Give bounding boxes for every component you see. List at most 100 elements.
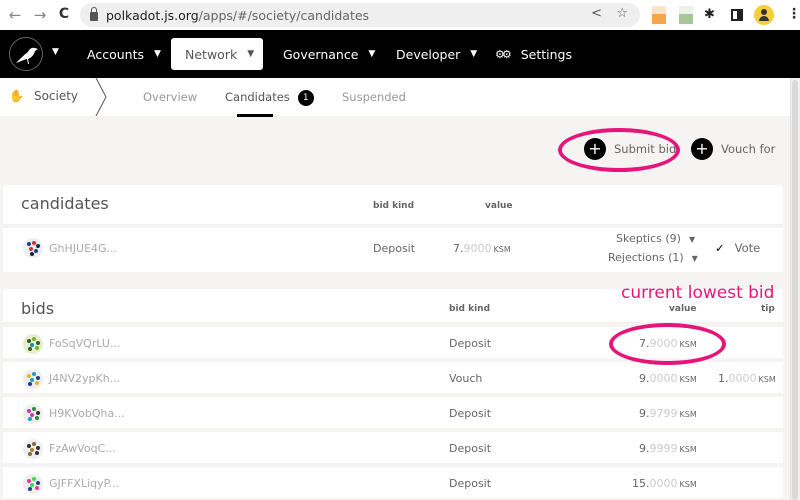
identicon-avatar <box>23 474 43 494</box>
col-value: value <box>669 304 697 314</box>
nav-developer-label: Developer <box>396 46 461 62</box>
value-decimal: 9000 <box>649 337 678 350</box>
bid-kind: Deposit <box>449 442 492 455</box>
nav-accounts-label: Accounts <box>87 46 144 62</box>
section-title-label: Society <box>33 89 79 103</box>
bid-address[interactable]: J4NV2ypKh... <box>49 372 120 385</box>
tab-candidates[interactable]: Candidates 1 <box>225 90 314 107</box>
browser-toolbar: ← → C polkadot.js.org/apps/#/society/can… <box>0 0 800 30</box>
bid-value: 9.0000 KSM <box>639 372 697 385</box>
extension-orange-icon[interactable] <box>652 6 666 24</box>
candidates-table: candidates bid kind value GhHJUE4G... De… <box>3 185 783 272</box>
value-integer: 9. <box>639 407 650 420</box>
rejections-dropdown[interactable]: Rejections (1) ▼ <box>608 251 698 264</box>
candidates-title: candidates <box>21 194 109 213</box>
share-icon[interactable]: < <box>591 6 602 21</box>
extensions-puzzle-icon[interactable]: ✱ <box>704 7 715 22</box>
value-decimal: 9999 <box>649 442 678 455</box>
candidates-count-badge: 1 <box>297 90 314 106</box>
skeptics-label: Skeptics (9) <box>616 232 681 245</box>
url-path: /apps/#/society/candidates <box>198 7 370 23</box>
active-tab-indicator <box>237 114 273 117</box>
value-integer: 15. <box>632 477 650 490</box>
tab-overview[interactable]: Overview <box>143 90 197 104</box>
nav-governance-label: Governance <box>283 46 359 62</box>
lowest-bid-annotation: current lowest bid <box>621 283 775 303</box>
tab-suspended[interactable]: Suspended <box>342 90 406 104</box>
breadcrumb-separator <box>95 78 107 116</box>
bids-title: bids <box>21 299 55 318</box>
submit-bid-label: Submit bid <box>614 142 677 156</box>
nav-developer[interactable]: Developer ▼ <box>396 38 477 70</box>
vote-button[interactable]: ✓ Vote <box>715 241 760 255</box>
chevron-down-icon: ▼ <box>247 49 255 59</box>
value-unit: KSM <box>679 375 697 384</box>
address-bar[interactable]: polkadot.js.org/apps/#/society/candidate… <box>80 3 640 27</box>
bid-address[interactable]: FoSqVQrLU... <box>49 337 120 350</box>
vouch-for-button[interactable]: + Vouch for <box>691 138 775 160</box>
value-integer: 7. <box>639 337 650 350</box>
section-title: ✋ Society <box>9 89 78 103</box>
nav-network[interactable]: Network ▼ <box>171 38 263 70</box>
candidate-row: GhHJUE4G... Deposit 7.9000 KSM Skeptics (… <box>3 225 783 272</box>
skeptics-dropdown[interactable]: Skeptics (9) ▼ <box>616 232 695 245</box>
bird-icon <box>16 47 38 64</box>
identicon-avatar <box>23 404 43 424</box>
tip-decimal: 0000 <box>728 372 757 385</box>
value-unit: KSM <box>679 340 697 349</box>
bid-row: H9KVobQha... Deposit 9.9799 KSM <box>3 393 783 428</box>
bid-address[interactable]: GJFFXLiqyP... <box>49 477 119 490</box>
candidate-address[interactable]: GhHJUE4G... <box>49 242 117 255</box>
value-integer: 7. <box>453 242 464 255</box>
col-bid-kind: bid kind <box>373 201 415 211</box>
value-integer: 9. <box>639 442 650 455</box>
bid-kind: Deposit <box>449 407 492 420</box>
value-decimal: 0000 <box>649 477 678 490</box>
sub-nav: ✋ Society Overview Candidates 1 Suspended <box>0 78 800 116</box>
nav-network-label: Network <box>185 46 238 62</box>
hand-icon: ✋ <box>9 89 24 103</box>
chevron-down-icon: ▼ <box>688 235 696 244</box>
nav-governance[interactable]: Governance ▼ <box>283 38 375 70</box>
value-unit: KSM <box>679 410 697 419</box>
extension-green-icon[interactable] <box>679 6 693 24</box>
bid-kind: Deposit <box>449 337 492 350</box>
plus-icon: + <box>584 138 606 160</box>
side-panel-icon[interactable] <box>731 9 743 21</box>
check-icon: ✓ <box>715 241 725 255</box>
value-unit: KSM <box>493 245 511 254</box>
value-unit: KSM <box>679 445 697 454</box>
bid-address[interactable]: FzAwVoqC... <box>49 442 116 455</box>
bid-kind: Deposit <box>449 477 492 490</box>
nav-settings[interactable]: ⚙⚙ Settings <box>495 38 572 70</box>
lock-icon <box>90 6 98 21</box>
bookmark-star-icon[interactable]: ☆ <box>616 6 628 21</box>
submit-bid-button[interactable]: + Submit bid <box>584 138 676 160</box>
tip-unit: KSM <box>758 375 776 384</box>
nav-accounts[interactable]: Accounts ▼ <box>87 38 161 70</box>
chevron-down-icon: ▼ <box>691 254 698 263</box>
back-icon[interactable]: ← <box>4 6 26 24</box>
nav-settings-label: Settings <box>520 46 573 62</box>
forward-icon[interactable]: → <box>29 6 51 24</box>
identicon-avatar <box>23 439 43 459</box>
value-decimal: 9799 <box>649 407 678 420</box>
vote-label: Vote <box>734 241 761 255</box>
profile-avatar[interactable] <box>754 5 774 25</box>
bid-kind: Vouch <box>449 372 483 385</box>
value-decimal: 9000 <box>463 242 492 255</box>
browser-menu-icon[interactable]: ⋮ <box>787 6 800 22</box>
bid-address[interactable]: H9KVobQha... <box>49 407 125 420</box>
page-scrollbar-thumb[interactable] <box>792 80 798 500</box>
reload-icon[interactable]: C <box>53 6 75 22</box>
bid-value: 15.0000 KSM <box>632 477 697 490</box>
bid-row: FzAwVoqC... Deposit 9.9999 KSM <box>3 428 783 463</box>
chain-selector-caret-icon[interactable]: ▼ <box>52 47 59 57</box>
kusama-bird-logo[interactable] <box>9 37 43 71</box>
bid-row: FoSqVQrLU... Deposit 7.9000 KSM <box>3 323 783 358</box>
bid-value: 9.9999 KSM <box>639 442 697 455</box>
candidate-value: 7.9000 KSM <box>453 242 511 255</box>
bid-value: 9.9799 KSM <box>639 407 697 420</box>
app-top-nav: ▼ Accounts ▼ Network ▼ Governance ▼ Deve… <box>0 30 800 78</box>
tip-integer: 1. <box>718 372 729 385</box>
